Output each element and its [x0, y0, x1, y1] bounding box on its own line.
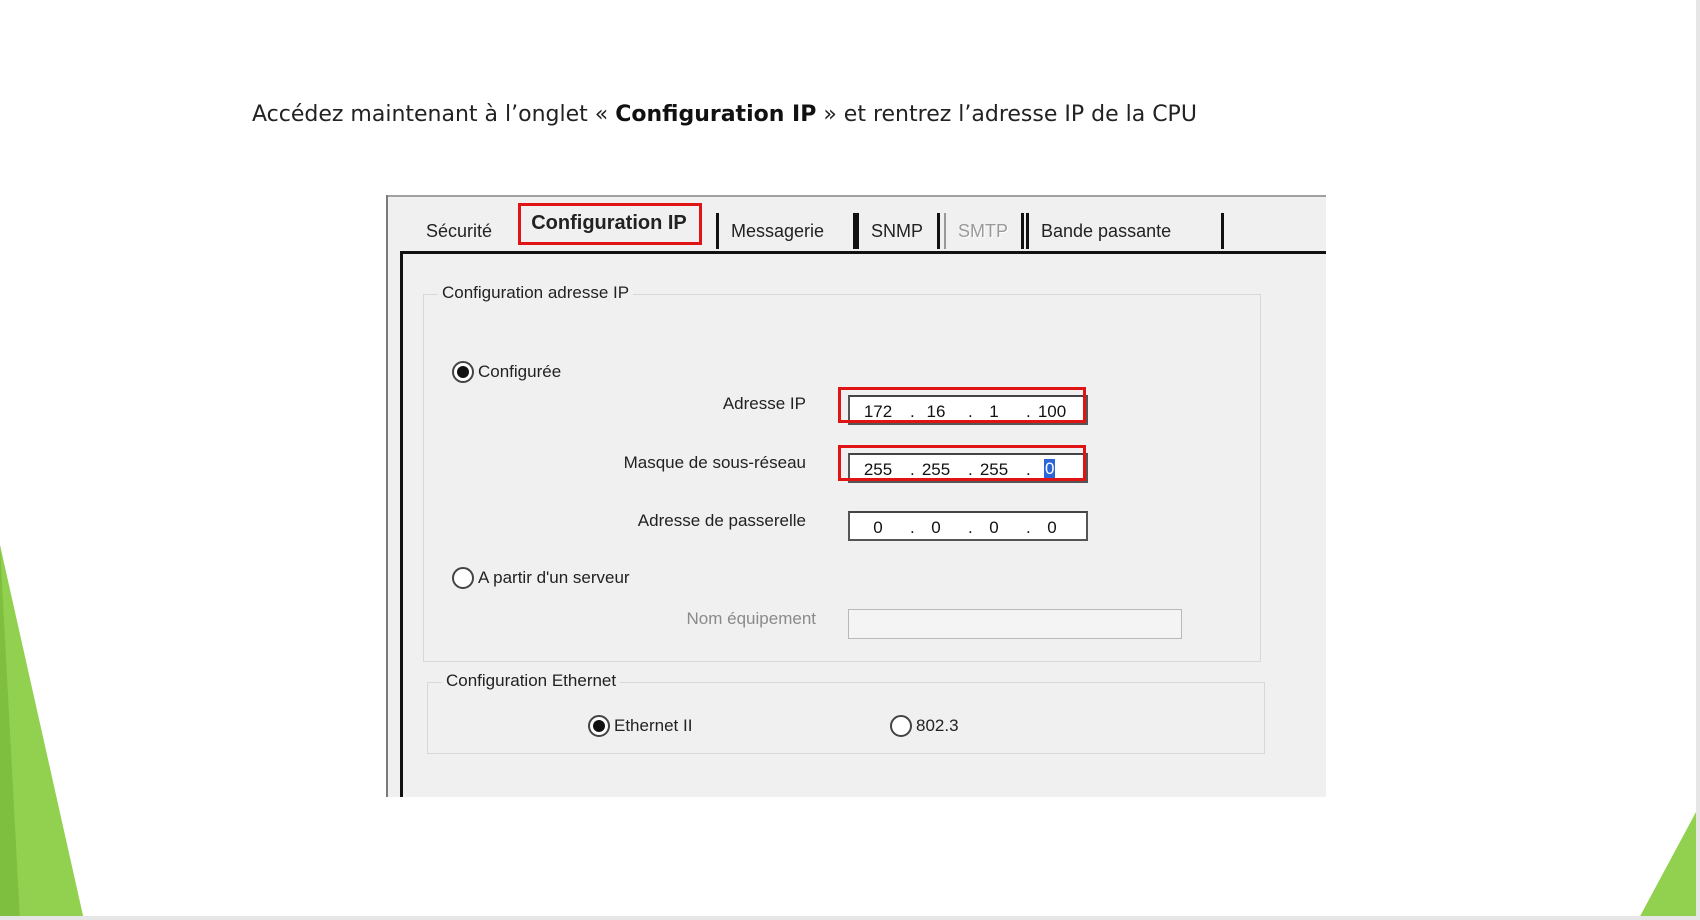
server-radio-label: A partir d'un serveur	[478, 568, 630, 587]
ip-address-field[interactable]: 172 . 16 . 1 . 100	[848, 395, 1088, 425]
instruction-text: Accédez maintenant à l’onglet « Configur…	[252, 102, 1197, 127]
green-triangle-right	[1638, 812, 1696, 920]
device-name-field	[848, 609, 1182, 639]
ip-address-label: Adresse IP	[722, 394, 806, 413]
dialog-left-border	[386, 195, 388, 797]
ethernet-config-group-title: Configuration Ethernet	[442, 671, 621, 691]
configured-radio[interactable]: Configurée	[452, 361, 561, 383]
radio-unchecked-icon	[890, 715, 912, 737]
tab-smtp: SMTP	[944, 213, 1024, 249]
tab-securite[interactable]: Sécurité	[414, 213, 516, 249]
selected-octet: 0	[1044, 459, 1056, 479]
tab-panel-configuration-ip: Configuration adresse IP Configurée Adre…	[400, 251, 1326, 797]
instruction-bold: Configuration IP	[615, 102, 817, 127]
tab-configuration-ip[interactable]: Configuration IP	[520, 201, 698, 245]
dialog-top-border	[386, 195, 1326, 197]
tab-messagerie[interactable]: Messagerie	[716, 213, 856, 249]
configured-radio-label: Configurée	[478, 362, 562, 381]
radio-unchecked-icon	[452, 567, 474, 589]
ip-config-group-title: Configuration adresse IP	[438, 283, 634, 303]
ip-config-group: Configuration adresse IP Configurée Adre…	[423, 283, 1261, 662]
ethernet-ii-radio[interactable]: Ethernet II	[588, 715, 692, 737]
ieee-8023-radio[interactable]: 802.3	[890, 715, 959, 737]
tab-snmp[interactable]: SNMP	[856, 213, 940, 249]
gateway-field[interactable]: 0 . 0 . 0 . 0	[848, 511, 1088, 541]
screenshot-dialog: Sécurité Configuration IP Messagerie SNM…	[386, 195, 1326, 797]
slide-border-bottom	[0, 916, 1700, 920]
subnet-mask-label: Masque de sous-réseau	[623, 453, 806, 472]
slide-border-right	[1696, 0, 1700, 920]
ethernet-ii-label: Ethernet II	[614, 716, 693, 735]
subnet-mask-field[interactable]: 255 . 255 . 255 . 0	[848, 453, 1088, 483]
gateway-label: Adresse de passerelle	[637, 511, 806, 530]
device-name-label: Nom équipement	[686, 609, 816, 628]
radio-checked-icon	[452, 361, 474, 383]
radio-checked-icon	[588, 715, 610, 737]
ieee-8023-label: 802.3	[916, 716, 959, 735]
ethernet-config-group: Configuration Ethernet Ethernet II 802.3	[427, 671, 1265, 754]
server-radio[interactable]: A partir d'un serveur	[452, 567, 630, 589]
tab-bande-passante[interactable]: Bande passante	[1026, 213, 1224, 249]
